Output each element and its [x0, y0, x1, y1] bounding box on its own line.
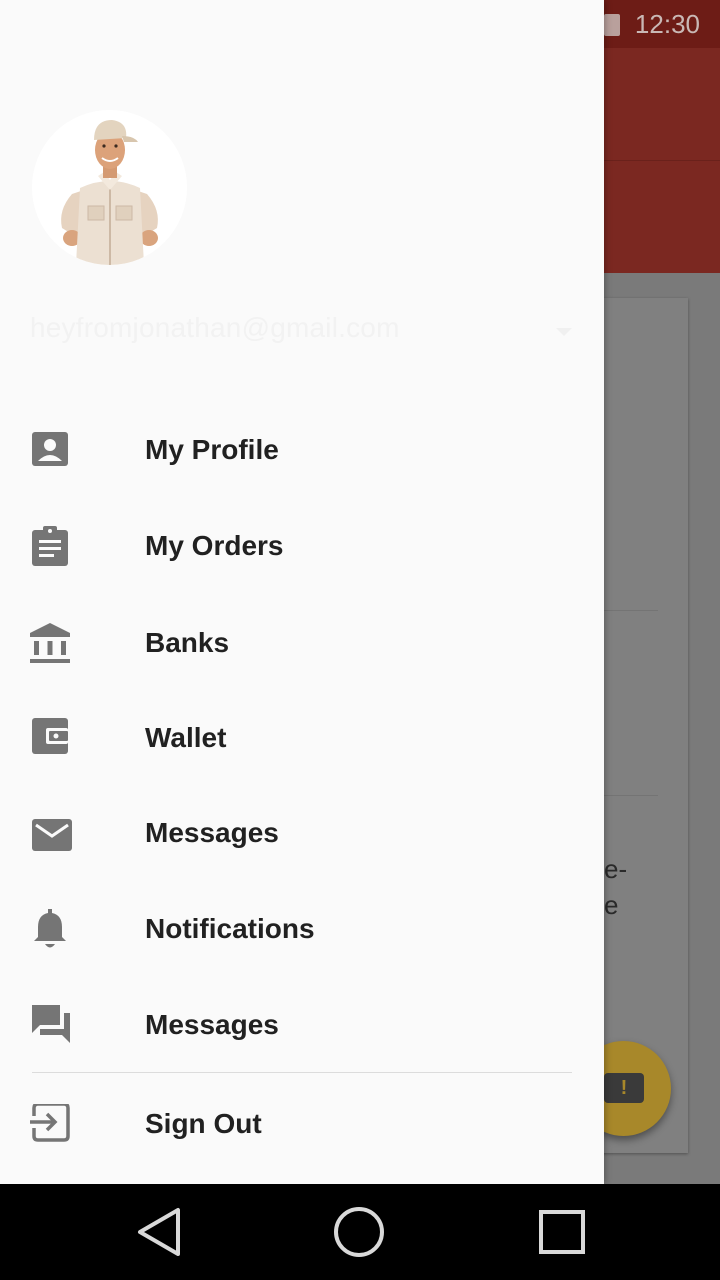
back-icon[interactable] — [110, 1184, 206, 1280]
menu-divider — [32, 1072, 572, 1073]
bell-icon — [34, 909, 66, 948]
menu-item-label: Wallet — [145, 722, 227, 753]
menu-item-label: Messages — [145, 1009, 279, 1040]
menu-item-messages[interactable]: Messages — [0, 787, 604, 879]
exit-icon — [30, 1104, 70, 1142]
assignment-icon — [32, 526, 68, 566]
menu-item-messages-forum[interactable]: Messages — [0, 979, 604, 1071]
background-card-text: e — [604, 890, 619, 920]
menu-item-label: Banks — [145, 627, 230, 658]
avatar[interactable] — [32, 110, 187, 265]
account-dropdown-icon[interactable] — [556, 328, 572, 336]
recents-icon[interactable] — [513, 1184, 609, 1280]
wallet-icon — [32, 718, 68, 754]
menu-item-my-profile[interactable]: My Profile — [0, 404, 604, 496]
menu-item-label: My Profile — [145, 434, 279, 465]
account-box-icon — [32, 432, 68, 466]
menu-item-label: Sign Out — [145, 1108, 262, 1139]
menu-item-wallet[interactable]: Wallet — [0, 692, 604, 784]
menu-item-my-orders[interactable]: My Orders — [0, 500, 604, 592]
feedback-icon — [604, 1073, 644, 1103]
menu-item-notifications[interactable]: Notifications — [0, 883, 604, 975]
home-icon[interactable] — [311, 1184, 407, 1280]
menu-item-sign-out[interactable]: Sign Out — [0, 1078, 604, 1170]
battery-icon — [604, 14, 620, 36]
menu-item-label: Messages — [145, 817, 279, 848]
status-time: 12:30 — [634, 9, 700, 39]
menu-item-banks[interactable]: Banks — [0, 597, 604, 689]
account-email: heyfromjonathan@gmail.com — [30, 312, 400, 343]
background-card-text: e- — [604, 854, 628, 884]
menu-item-label: My Orders — [145, 530, 284, 561]
bank-icon — [30, 623, 70, 663]
forum-icon — [32, 1005, 70, 1043]
email-icon — [32, 819, 72, 851]
menu-item-label: Notifications — [145, 913, 315, 944]
profile-photo — [32, 110, 187, 265]
system-navigation-bar — [0, 1184, 720, 1280]
navigation-drawer: heyfromjonathan@gmail.com My Profile My … — [0, 0, 604, 1184]
